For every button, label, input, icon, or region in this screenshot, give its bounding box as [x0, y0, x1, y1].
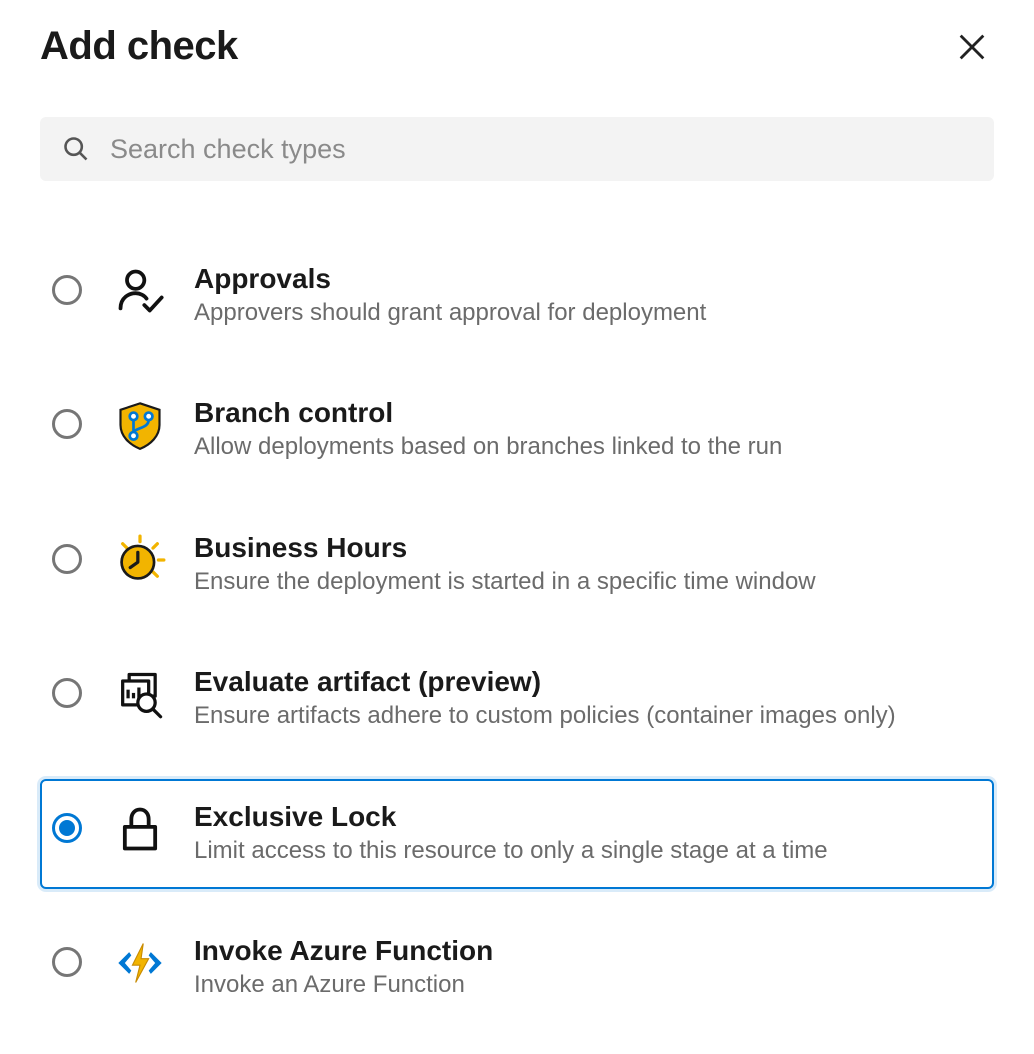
- check-item-business-hours[interactable]: Business Hours Ensure the deployment is …: [40, 510, 994, 620]
- check-item-desc: Approvers should grant approval for depl…: [194, 297, 980, 329]
- check-item-desc: Ensure the deployment is started in a sp…: [194, 566, 980, 598]
- check-item-title: Exclusive Lock: [194, 801, 980, 833]
- check-item-title: Business Hours: [194, 532, 980, 564]
- search-box[interactable]: [40, 117, 994, 181]
- clock-sun-icon: [114, 534, 166, 586]
- lock-icon: [114, 803, 166, 855]
- radio-approvals[interactable]: [52, 275, 82, 305]
- check-item-title: Evaluate artifact (preview): [194, 666, 980, 698]
- check-type-list: Approvals Approvers should grant approva…: [40, 241, 994, 1023]
- check-item-exclusive-lock[interactable]: Exclusive Lock Limit access to this reso…: [40, 779, 994, 889]
- search-input[interactable]: [108, 133, 972, 166]
- check-item-desc: Limit access to this resource to only a …: [194, 835, 980, 867]
- azure-function-icon: [114, 937, 166, 989]
- person-check-icon: [114, 265, 166, 317]
- radio-exclusive-lock[interactable]: [52, 813, 82, 843]
- check-item-desc: Allow deployments based on branches link…: [194, 431, 980, 463]
- check-item-title: Invoke Azure Function: [194, 935, 980, 967]
- check-item-desc: Ensure artifacts adhere to custom polici…: [194, 700, 980, 732]
- radio-business-hours[interactable]: [52, 544, 82, 574]
- check-item-evaluate-artifact[interactable]: Evaluate artifact (preview) Ensure artif…: [40, 644, 994, 754]
- artifact-search-icon: [114, 668, 166, 720]
- radio-invoke-azure-function[interactable]: [52, 947, 82, 977]
- search-icon: [62, 135, 90, 163]
- check-item-invoke-azure-function[interactable]: Invoke Azure Function Invoke an Azure Fu…: [40, 913, 994, 1023]
- page-title: Add check: [40, 24, 238, 69]
- check-item-title: Branch control: [194, 397, 980, 429]
- branch-shield-icon: [114, 399, 166, 451]
- check-item-title: Approvals: [194, 263, 980, 295]
- radio-branch-control[interactable]: [52, 409, 82, 439]
- radio-evaluate-artifact[interactable]: [52, 678, 82, 708]
- check-item-desc: Invoke an Azure Function: [194, 969, 980, 1001]
- check-item-branch-control[interactable]: Branch control Allow deployments based o…: [40, 375, 994, 485]
- check-item-approvals[interactable]: Approvals Approvers should grant approva…: [40, 241, 994, 351]
- panel-header: Add check: [40, 24, 994, 69]
- close-icon: [955, 30, 989, 64]
- close-button[interactable]: [950, 25, 994, 69]
